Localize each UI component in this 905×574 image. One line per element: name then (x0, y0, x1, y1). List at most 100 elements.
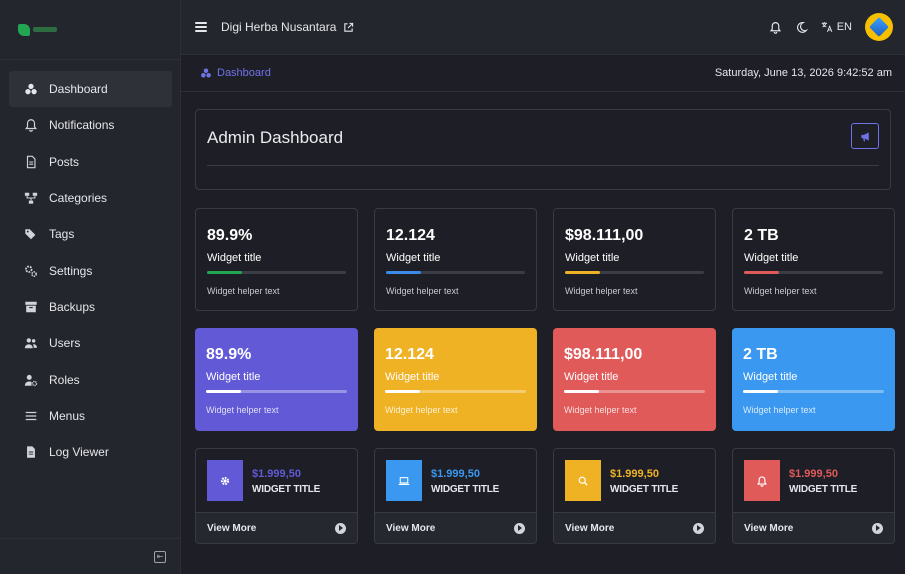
breadcrumb[interactable]: Dashboard (200, 67, 271, 79)
widget-helper-text: Widget helper text (743, 405, 816, 415)
sidebar-item-label: Menus (49, 408, 86, 423)
widget-card: 89.9% Widget title Widget helper text (195, 208, 358, 311)
widget-title: Widget title (564, 371, 619, 383)
users-icon (24, 336, 38, 350)
widget-value: 2 TB (744, 227, 779, 244)
current-datetime: Saturday, June 13, 2026 9:42:52 am (714, 67, 892, 79)
sidebar-item-label: Roles (49, 372, 80, 387)
view-more-link[interactable]: View More (375, 512, 536, 543)
external-link-icon[interactable] (343, 22, 354, 33)
arrow-circle-right-icon (335, 522, 346, 534)
widget-value: $98.111,00 (564, 346, 643, 363)
cogs-icon (24, 264, 38, 278)
sidebar-item-roles[interactable]: Roles (9, 361, 172, 397)
widget-title: Widget title (385, 371, 440, 383)
sidebar-item-notifications[interactable]: Notifications (9, 107, 172, 143)
archive-icon (24, 300, 38, 314)
widget-title: Widget title (206, 371, 261, 383)
widget-value: 2 TB (743, 346, 778, 363)
language-switcher[interactable]: EN (821, 21, 852, 33)
moon-icon[interactable] (795, 21, 808, 34)
sidebar: Dashboard Notifications Posts Categories… (0, 0, 181, 574)
sidebar-item-label: Dashboard (49, 82, 108, 97)
sidebar-item-label: Log Viewer (49, 445, 109, 460)
widget-value: 12.124 (385, 346, 434, 363)
sidebar-item-tags[interactable]: Tags (9, 216, 172, 252)
sidebar-item-log-viewer[interactable]: Log Viewer (9, 434, 172, 470)
page-title: Admin Dashboard (207, 128, 344, 147)
laptop-icon (386, 460, 422, 501)
divider (207, 165, 879, 166)
sidebar-item-label: Categories (49, 191, 108, 206)
widget-value: 12.124 (386, 227, 435, 244)
sidebar-item-label: Users (49, 336, 81, 351)
sidebar-item-posts[interactable]: Posts (9, 144, 172, 180)
tags-icon (24, 227, 38, 241)
notifications-bell-icon[interactable] (769, 21, 782, 34)
view-more-label: View More (386, 522, 436, 534)
stat-amount: $1.999,50 (431, 468, 480, 480)
sidebar-collapse-icon[interactable]: ⇤ (154, 550, 166, 563)
widget-card: 12.124 Widget title Widget helper text (374, 208, 537, 311)
user-avatar[interactable] (865, 13, 893, 41)
announcement-button[interactable] (851, 123, 879, 149)
sidebar-item-menus[interactable]: Menus (9, 398, 172, 434)
topbar: Digi Herba Nusantara EN (181, 0, 905, 55)
sidebar-item-settings[interactable]: Settings (9, 252, 172, 288)
widget-card: 2 TB Widget title Widget helper text (732, 208, 895, 311)
sidebar-item-users[interactable]: Users (9, 325, 172, 361)
dashboard-icon (201, 68, 211, 78)
sidebar-item-label: Tags (49, 227, 75, 242)
widget-card-filled: 89.9% Widget title Widget helper text (195, 328, 358, 431)
stat-amount: $1.999,50 (610, 468, 659, 480)
widget-card: $98.111,00 Widget title Widget helper te… (553, 208, 716, 311)
breadcrumb-label: Dashboard (217, 67, 271, 79)
bell-icon (24, 118, 38, 133)
sidebar-footer: ⇤ (0, 538, 180, 574)
stat-card: $1.999,50 WIDGET TITLE View More (553, 448, 716, 544)
widget-progress (565, 271, 704, 274)
sidebar-item-label: Posts (49, 154, 80, 169)
view-more-link[interactable]: View More (196, 512, 357, 543)
widget-title: Widget title (744, 252, 799, 264)
sidebar-nav: Dashboard Notifications Posts Categories… (0, 60, 180, 470)
widget-title: Widget title (207, 252, 262, 264)
bullhorn-icon (860, 131, 869, 141)
sidebar-item-label: Settings (49, 263, 93, 278)
file-icon (24, 445, 38, 459)
widget-helper-text: Widget helper text (385, 405, 458, 415)
search-icon (565, 460, 601, 501)
stat-card: $1.999,50 WIDGET TITLE View More (732, 448, 895, 544)
view-more-link[interactable]: View More (733, 512, 894, 543)
language-label: EN (836, 21, 852, 33)
widget-progress (386, 271, 525, 274)
widget-progress (206, 390, 347, 393)
widget-helper-text: Widget helper text (207, 286, 280, 296)
bell-icon (744, 460, 780, 501)
widget-helper-text: Widget helper text (386, 286, 459, 296)
widget-progress (564, 390, 705, 393)
view-more-link[interactable]: View More (554, 512, 715, 543)
sidebar-item-categories[interactable]: Categories (9, 180, 172, 216)
sitemap-icon (24, 191, 38, 205)
sidebar-item-backups[interactable]: Backups (9, 289, 172, 325)
stat-card: $1.999,50 WIDGET TITLE View More (374, 448, 537, 544)
sidebar-item-label: Notifications (49, 118, 115, 133)
sidebar-item-dashboard[interactable]: Dashboard (9, 71, 172, 108)
widget-card-filled: $98.111,00 Widget title Widget helper te… (553, 328, 716, 431)
widget-progress (207, 271, 346, 274)
brand-logo[interactable] (18, 23, 62, 37)
dashboard-icon (24, 82, 38, 96)
topbar-actions: EN (769, 13, 893, 41)
widget-progress (744, 271, 883, 274)
brand[interactable] (0, 0, 180, 60)
widget-title: Widget title (565, 252, 620, 264)
widget-helper-text: Widget helper text (565, 286, 638, 296)
widget-helper-text: Widget helper text (564, 405, 637, 415)
hamburger-menu-icon[interactable] (195, 22, 207, 32)
sidebar-item-label: Backups (49, 299, 96, 314)
widget-progress (385, 390, 526, 393)
stat-amount: $1.999,50 (252, 468, 301, 480)
arrow-circle-right-icon (514, 522, 525, 534)
site-name-link[interactable]: Digi Herba Nusantara (221, 20, 336, 34)
